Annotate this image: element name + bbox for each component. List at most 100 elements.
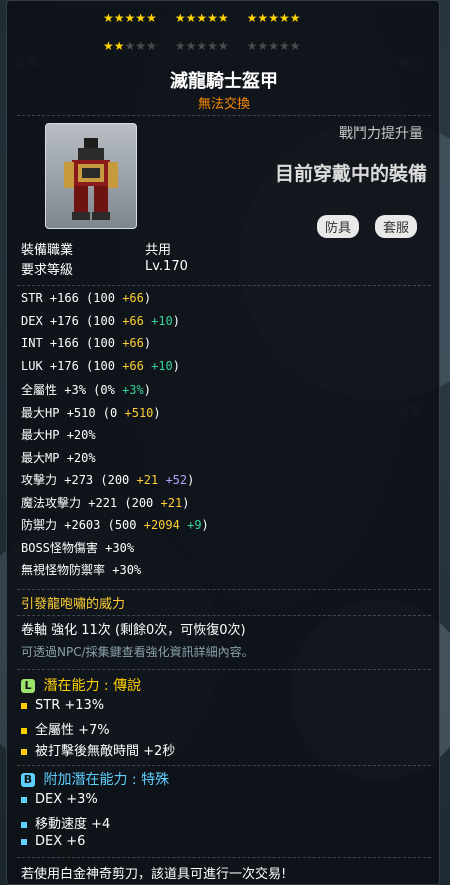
stat-value: +3% (0% (64, 383, 115, 397)
star-empty-icon: ★ (217, 39, 229, 53)
armor-icon (64, 138, 118, 220)
stat-key: BOSS怪物傷害 (21, 540, 98, 555)
star-filled-icon: ★ (246, 11, 258, 25)
bullet-icon (21, 838, 27, 845)
separator (17, 285, 431, 286)
stat-key: INT (21, 336, 43, 350)
star-empty-icon: ★ (289, 39, 301, 53)
stat-close-paren: ) (172, 358, 181, 373)
star-filled-icon: ★ (135, 11, 147, 25)
stat-key: STR (21, 291, 43, 305)
stat-row: 最大HP +510 (0 +510) (21, 404, 161, 421)
stat-value: +20% (66, 428, 96, 442)
stat-value: +273 (200 (64, 473, 130, 487)
star-filled-icon: ★ (174, 11, 186, 25)
potential-line: 被打擊後無敵時間 +2秒 (21, 740, 175, 759)
stat-row: 防禦力 +2603 (500 +2094 +9) (21, 516, 209, 533)
star-filled-icon: ★ (196, 11, 208, 25)
stat-added: +21 (160, 495, 183, 510)
stat-key: 無視怪物防禦率 (21, 563, 106, 577)
req-level-value: Lv.170 (145, 259, 188, 274)
stat-value: +221 (200 (88, 495, 154, 510)
stat-close-paren: ) (153, 405, 161, 420)
stat-bonus: +10 (151, 313, 173, 328)
star-filled-icon: ★ (217, 11, 229, 25)
stat-value: +166 (100 (49, 291, 115, 305)
star-empty-icon: ★ (278, 39, 290, 53)
potential-title: L 潛在能力 : 傳說 (21, 675, 141, 695)
additional-potential-title-text: 附加潛在能力 : 特殊 (43, 772, 170, 788)
bullet-icon (21, 821, 27, 828)
req-level: 要求等級 Lv.170 (21, 259, 188, 278)
stat-row: 魔法攻擊力 +221 (200 +21) (21, 494, 189, 511)
stat-close-paren: ) (143, 336, 152, 350)
stat-close-paren: ) (201, 518, 209, 532)
stat-value: +176 (100 (49, 358, 115, 373)
star-empty-icon: ★ (185, 39, 197, 53)
combat-power-label: 戰鬥力提升量 (339, 126, 423, 142)
stat-value: +176 (100 (49, 313, 115, 328)
tag-armor: 防具 (317, 215, 360, 238)
stat-key: DEX (21, 313, 43, 328)
bullet-icon (21, 727, 27, 734)
stat-bonus: +10 (151, 358, 173, 373)
additional-potential-line: 移動速度 +4 (21, 813, 110, 832)
star-empty-icon: ★ (135, 39, 147, 53)
star-filled-icon: ★ (207, 11, 218, 25)
stat-added: +66 (122, 291, 144, 305)
separator (17, 857, 431, 858)
potential-title-text: 潛在能力 : 傳說 (43, 678, 142, 694)
stat-row: LUK +176 (100 +66 +10) (21, 359, 180, 373)
stat-added: +21 (136, 473, 159, 487)
stat-value: +30% (105, 540, 135, 555)
star-force-row-1: ★★★★★ ★★★★★ ★★★★★ (103, 11, 300, 25)
tag-set: 套服 (375, 215, 418, 238)
req-level-label: 要求等級 (21, 263, 74, 278)
equipped-status: 目前穿戴中的裝備 (274, 163, 427, 185)
stat-key: 魔法攻擊力 (21, 495, 82, 510)
footer-note: 若使用白金神奇剪刀，該道具可進行一次交易! (21, 867, 287, 882)
stat-key: 最大MP (21, 450, 60, 465)
stat-value: +30% (112, 563, 142, 577)
stat-row: 無視怪物防禦率 +30% (21, 561, 141, 578)
stat-key: 攻擊力 (21, 473, 58, 487)
stat-row: 全屬性 +3% (0% +3%) (21, 381, 151, 398)
star-filled-icon: ★ (185, 11, 197, 25)
star-filled-icon: ★ (103, 11, 114, 25)
star-filled-icon: ★ (113, 39, 125, 53)
star-empty-icon: ★ (124, 39, 136, 53)
stat-added: +510 (124, 405, 154, 420)
star-filled-icon: ★ (146, 11, 157, 25)
stat-row: DEX +176 (100 +66 +10) (21, 314, 180, 328)
stat-row: INT +166 (100 +66) (21, 336, 151, 350)
stat-bonus: +9 (187, 518, 202, 532)
star-filled-icon: ★ (103, 39, 114, 53)
star-filled-icon: ★ (124, 11, 136, 25)
enhance-line: 卷軸 強化 11次 (剩餘0次，可恢復0次) (21, 623, 246, 638)
star-empty-icon: ★ (246, 39, 258, 53)
stat-added: +66 (122, 313, 144, 328)
stat-bonus: +52 (165, 473, 188, 487)
star-empty-icon: ★ (257, 39, 269, 53)
item-icon-box (45, 123, 137, 229)
stat-close-paren: ) (143, 291, 152, 305)
stat-row: BOSS怪物傷害 +30% (21, 539, 134, 556)
star-empty-icon: ★ (146, 39, 157, 53)
potential-line: STR +13% (21, 698, 104, 713)
stat-key: 最大HP (21, 428, 60, 442)
req-job-label: 裝備職業 (21, 243, 74, 258)
stat-key: 防禦力 (21, 518, 58, 532)
stat-added: +66 (122, 358, 144, 373)
star-filled-icon: ★ (278, 11, 290, 25)
stat-key: 最大HP (21, 405, 60, 420)
stat-row: 攻擊力 +273 (200 +21 +52) (21, 471, 194, 488)
stat-key: LUK (21, 358, 43, 373)
potential-line: 全屬性 +7% (21, 719, 110, 738)
additional-potential-line: DEX +3% (21, 792, 98, 807)
star-empty-icon: ★ (196, 39, 208, 53)
star-filled-icon: ★ (268, 11, 279, 25)
stat-key: 全屬性 (21, 383, 58, 397)
trade-status: 無法交換 (197, 97, 250, 112)
stat-close-paren: ) (182, 495, 190, 510)
separator (17, 669, 431, 670)
